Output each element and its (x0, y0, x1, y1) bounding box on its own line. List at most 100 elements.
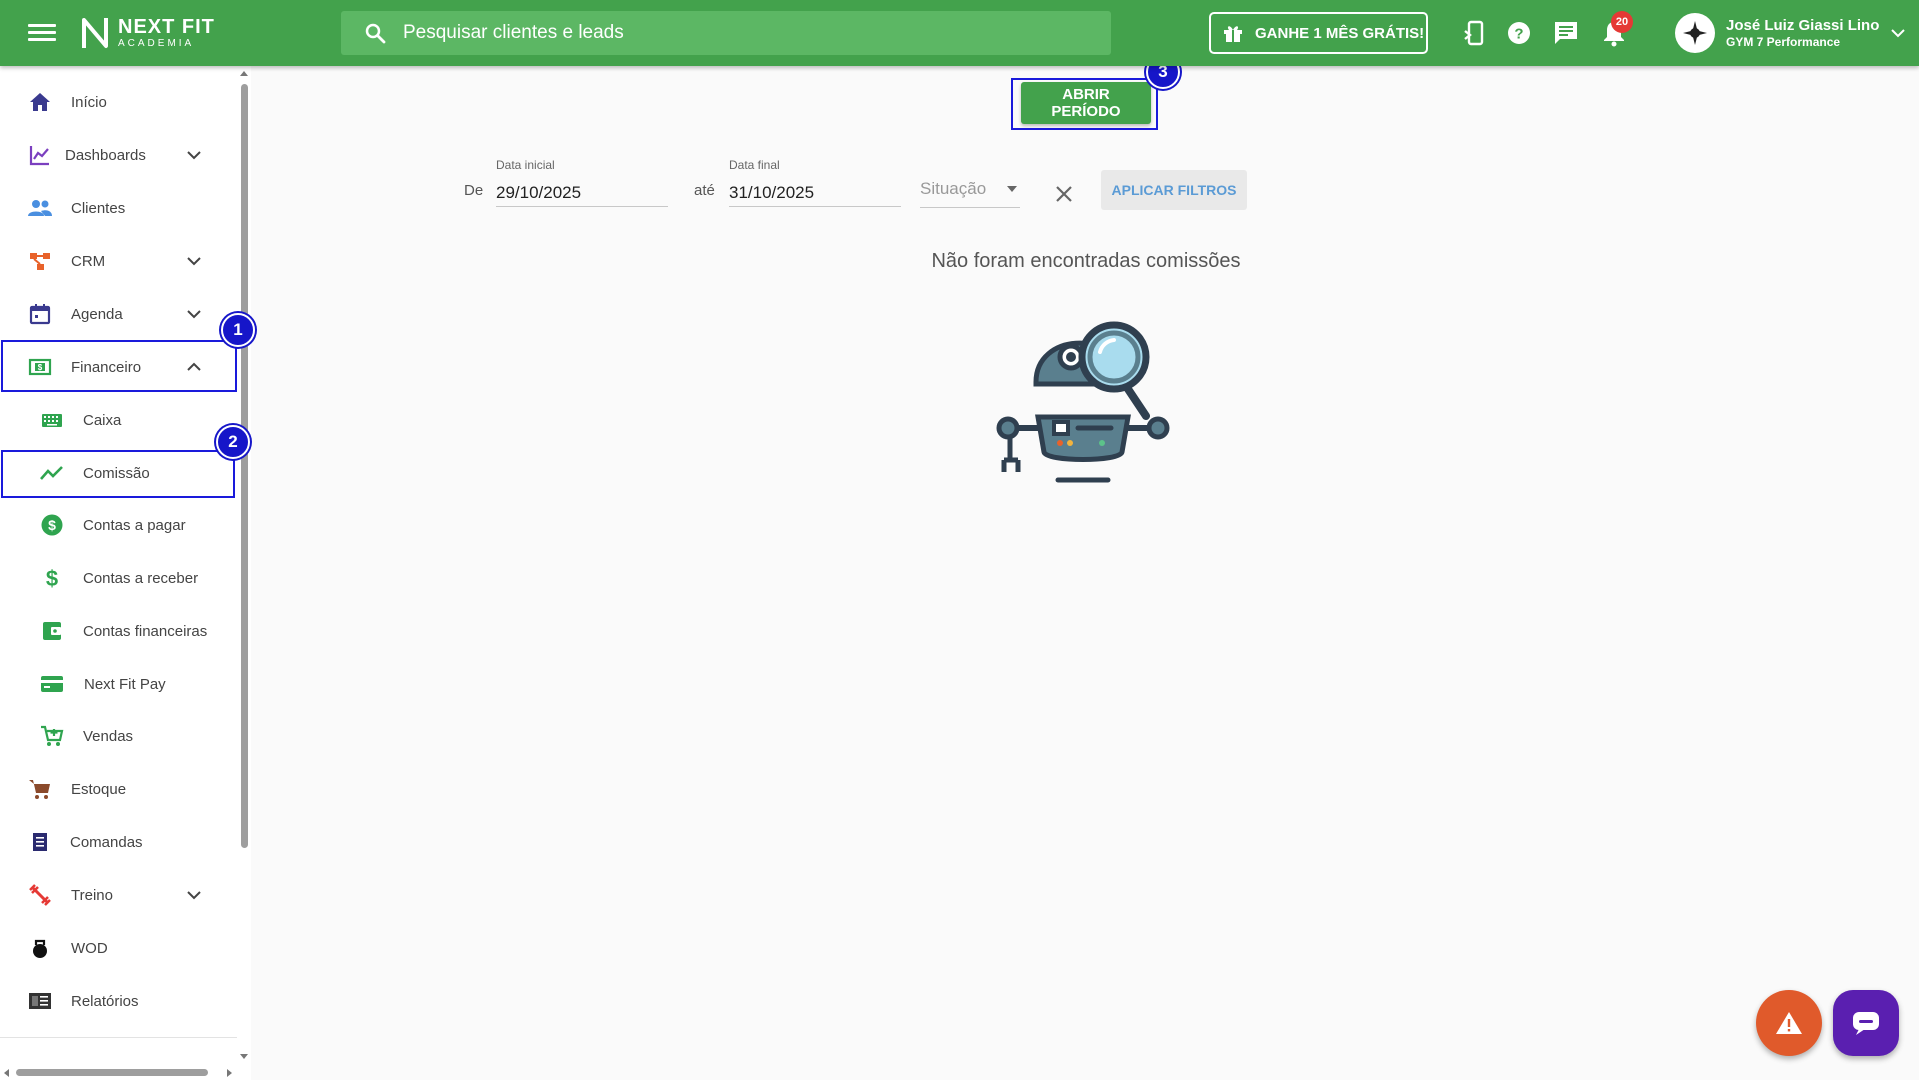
calendar-icon (27, 301, 53, 327)
sidebar-item-label: Comandas (70, 833, 143, 851)
sidebar-item-label: Vendas (83, 727, 134, 745)
dumbbell-icon (27, 882, 53, 908)
dropdown-arrow-icon (1007, 186, 1017, 192)
svg-text:?: ? (1514, 26, 1523, 43)
dollar-circle-icon: $ (39, 512, 65, 538)
scroll-left-icon[interactable] (2, 1068, 10, 1078)
scroll-up-icon[interactable] (239, 69, 249, 77)
until-label: até (694, 182, 715, 199)
sidebar-item-contas-financeiras[interactable]: Contas financeiras (0, 606, 237, 656)
svg-text:$: $ (48, 517, 56, 533)
home-icon (27, 89, 53, 115)
chat-icon[interactable] (1552, 19, 1580, 47)
end-date-field[interactable] (729, 180, 901, 207)
sidebar-item-relatorios[interactable]: Relatórios (0, 976, 237, 1026)
sidebar-item-contas-receber[interactable]: $ Contas a receber (0, 553, 237, 603)
svg-text:$: $ (38, 363, 43, 372)
sidebar-item-label: Início (71, 93, 107, 111)
start-date-field[interactable] (496, 180, 668, 207)
user-menu[interactable]: José Luiz Giassi Lino GYM 7 Performance (1675, 13, 1907, 53)
sidebar-item-label: Contas a pagar (83, 516, 186, 534)
sidebar-item-dashboards[interactable]: Dashboards (0, 130, 237, 180)
sidebar-item-label: Contas financeiras (83, 622, 208, 640)
cart-icon (27, 776, 53, 802)
sidebar-divider (0, 1037, 237, 1038)
sidebar-item-label: CRM (71, 252, 106, 270)
money-icon: $ (27, 354, 53, 380)
help-icon[interactable]: ? (1505, 19, 1533, 47)
sidebar-item-caixa[interactable]: Caixa (0, 395, 237, 445)
svg-text:$: $ (46, 566, 58, 590)
kettlebell-icon (27, 935, 53, 961)
sidebar-item-clientes[interactable]: Clientes (0, 183, 237, 233)
card-icon (39, 671, 65, 697)
gift-icon (1224, 26, 1242, 42)
step-marker-1: 1 (221, 313, 255, 347)
sidebar-item-label: Treino (71, 886, 113, 904)
sidebar-item-crm[interactable]: CRM (0, 236, 237, 286)
scroll-right-icon[interactable] (226, 1068, 234, 1078)
sidebar-item-contas-pagar[interactable]: $ Contas a pagar (0, 500, 237, 550)
step-marker-2: 2 (216, 425, 250, 459)
open-period-button[interactable]: ABRIR PERÍODO (1021, 82, 1151, 124)
crm-icon (27, 248, 53, 274)
sidebar-scrollbar-thumb[interactable] (241, 84, 248, 848)
cart-plus-icon (39, 723, 65, 749)
sidebar-item-comissao[interactable]: Comissão (0, 448, 237, 498)
logo-subtitle: ACADEMIA (118, 38, 195, 49)
empty-state-message: Não foram encontradas comissões (931, 250, 1241, 272)
mobile-icon[interactable] (1461, 19, 1489, 47)
sidebar-item-label: Clientes (71, 199, 126, 217)
dollar-icon: $ (39, 565, 65, 591)
report-icon (27, 988, 53, 1014)
sidebar-item-label: Comissão (83, 464, 150, 482)
close-icon[interactable] (1052, 182, 1076, 206)
sidebar-item-vendas[interactable]: Vendas (0, 711, 237, 761)
sidebar-item-label: Next Fit Pay (84, 675, 166, 693)
end-date-label: Data final (729, 158, 780, 172)
sidebar-item-estoque[interactable]: Estoque (0, 764, 237, 814)
support-chat-button[interactable] (1833, 990, 1899, 1056)
user-name: José Luiz Giassi Lino (1726, 16, 1880, 34)
sidebar-item-comandas[interactable]: Comandas (0, 817, 237, 867)
apply-filters-button[interactable]: APLICAR FILTROS (1101, 170, 1247, 210)
scroll-down-icon[interactable] (239, 1053, 249, 1061)
logo[interactable]: NEXT FIT ACADEMIA (80, 16, 215, 50)
sidebar-item-label: WOD (71, 939, 108, 957)
promo-button[interactable]: GANHE 1 MÊS GRÁTIS! (1209, 12, 1428, 54)
sidebar-item-inicio[interactable]: Início (0, 77, 237, 127)
menu-icon[interactable] (28, 20, 56, 46)
user-gym: GYM 7 Performance (1726, 34, 1841, 49)
promo-label: GANHE 1 MÊS GRÁTIS! (1255, 24, 1425, 42)
gym-logo-icon (1683, 21, 1707, 45)
wallet-icon (39, 618, 65, 644)
logo-icon (82, 18, 108, 48)
sidebar-item-next-fit-pay[interactable]: Next Fit Pay (0, 659, 237, 709)
robot-search-illustration (996, 321, 1170, 483)
receipt-icon (27, 829, 53, 855)
chevron-up-icon (187, 362, 201, 371)
sidebar-item-label: Financeiro (71, 358, 142, 376)
alert-button[interactable] (1756, 990, 1822, 1056)
sidebar-hscrollbar-thumb[interactable] (16, 1069, 208, 1076)
sidebar-item-label: Caixa (83, 411, 122, 429)
start-date-label: Data inicial (496, 158, 555, 172)
search-bar (341, 11, 1111, 55)
status-select[interactable]: Situação (920, 177, 1020, 208)
sidebar-item-agenda[interactable]: Agenda (0, 289, 237, 339)
notification-badge: 20 (1611, 11, 1633, 33)
trending-icon (39, 460, 65, 486)
sidebar-item-wod[interactable]: WOD (0, 923, 237, 973)
chart-line-icon (27, 142, 53, 168)
search-icon (365, 23, 386, 44)
sidebar-item-treino[interactable]: Treino (0, 870, 237, 920)
top-bar: NEXT FIT ACADEMIA GANHE 1 MÊS GRÁTIS! ? (0, 0, 1919, 66)
chevron-down-icon (187, 891, 201, 900)
chevron-down-icon (187, 310, 201, 319)
chat-bubble-icon (1853, 1012, 1879, 1035)
sidebar-item-label: Dashboards (65, 146, 146, 164)
search-input[interactable] (401, 21, 1085, 45)
avatar (1675, 13, 1715, 53)
sidebar-item-financeiro[interactable]: $ Financeiro (0, 342, 237, 392)
sidebar-item-label: Estoque (71, 780, 127, 798)
